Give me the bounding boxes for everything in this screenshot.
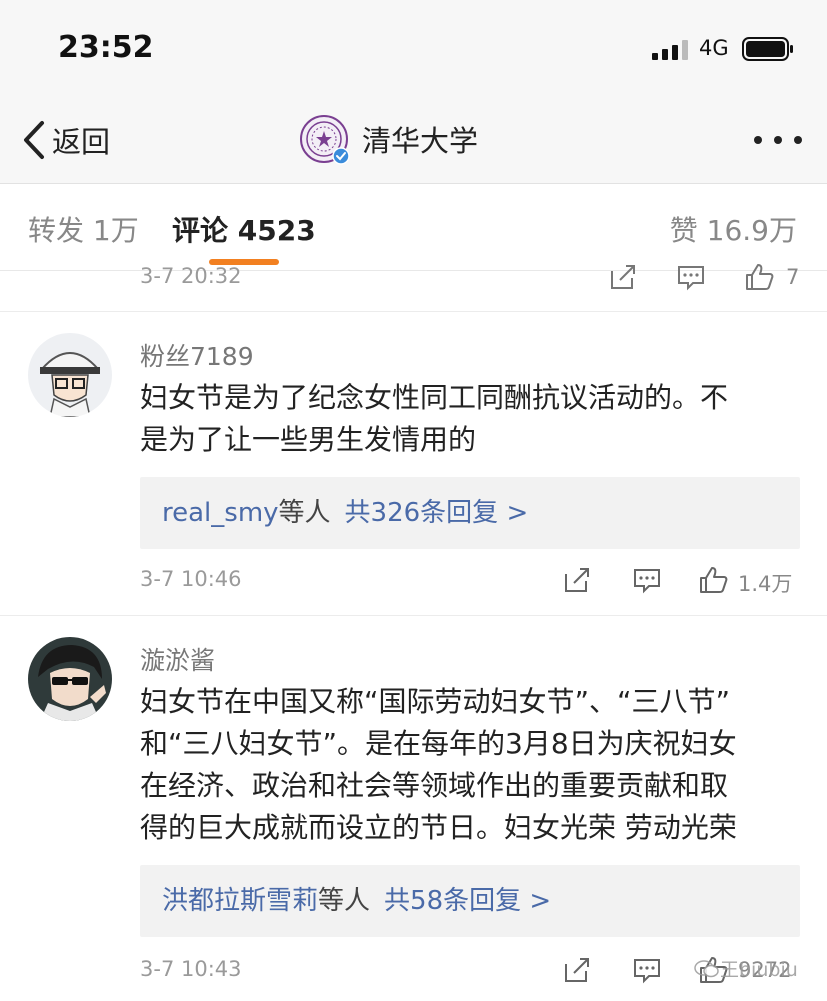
tab-forward[interactable]: 转发 1万: [28, 209, 139, 249]
comment-username[interactable]: 漩淤酱: [140, 641, 215, 677]
comment-username[interactable]: 粉丝7189: [140, 337, 254, 373]
comment-footer: 3-7 10:46 1.4万: [0, 561, 827, 601]
top-bar: 23:52 4G 返回 清华大学: [0, 0, 827, 184]
reply-users: real_smy: [162, 498, 279, 528]
status-time: 23:52: [58, 30, 154, 65]
like-icon[interactable]: [698, 565, 730, 597]
reply-count: 共326条回复 >: [344, 498, 529, 528]
share-icon[interactable]: [562, 955, 594, 987]
account-title[interactable]: 清华大学: [300, 114, 479, 165]
comment-line: 得的巨大成就而设立的节日。妇女光荣 劳动光荣: [140, 811, 737, 844]
reply-count: 共58条回复 >: [384, 886, 552, 916]
replies-summary[interactable]: real_smy等人 共326条回复 >: [140, 477, 800, 549]
chevron-left-icon: [24, 121, 44, 159]
battery-icon: [742, 37, 793, 61]
comment-item: 粉丝7189 妇女节是为了纪念女性同工同酬抗议活动的。不 是为了让一些男生发情用…: [0, 313, 827, 616]
reply-users: 洪都拉斯雪莉: [162, 886, 319, 916]
comment-line: 妇女节是为了纪念女性同工同酬抗议活动的。不: [140, 381, 729, 414]
signal-icon: [652, 40, 688, 60]
comment-line: 在经济、政治和社会等领域作出的重要贡献和取: [140, 769, 729, 802]
comment-icon[interactable]: [632, 955, 664, 987]
watermark: 王biubiu: [694, 955, 798, 982]
replies-summary[interactable]: 洪都拉斯雪莉等人 共58条回复 >: [140, 865, 800, 937]
comment-icon[interactable]: [676, 262, 708, 294]
reply-etc: 等人: [278, 498, 331, 528]
verified-badge-icon: [332, 147, 350, 165]
tab-bar: 转发 1万 评论 4523 赞 16.9万: [0, 185, 827, 271]
comment-text: 妇女节在中国又称“国际劳动妇女节”、“三八节” 和“三八妇女节”。是在每年的3月…: [140, 681, 802, 849]
more-dots-icon[interactable]: [752, 128, 804, 152]
tab-comments[interactable]: 评论 4523: [172, 209, 316, 249]
like-icon[interactable]: [744, 262, 776, 294]
page-title: 清华大学: [362, 124, 479, 158]
comment-text: 妇女节是为了纪念女性同工同酬抗议活动的。不 是为了让一些男生发情用的: [140, 377, 802, 461]
back-label: 返回: [52, 125, 111, 159]
comment-time: 3-7 10:43: [140, 957, 242, 981]
comment-line: 妇女节在中国又称“国际劳动妇女节”、“三八节”: [140, 685, 731, 718]
tab-likes[interactable]: 赞 16.9万: [670, 209, 797, 249]
kid-avatar-icon: [28, 333, 112, 417]
comment-item: 漩淤酱 妇女节在中国又称“国际劳动妇女节”、“三八节” 和“三八妇女节”。是在每…: [0, 617, 827, 1001]
previous-comment-footer: 3-7 20:32 7: [0, 262, 827, 312]
anime-boy-avatar-icon: [28, 637, 112, 721]
wechat-icon: [694, 959, 719, 977]
comment-time: 3-7 10:46: [140, 567, 242, 591]
like-count: 1.4万: [738, 572, 793, 596]
account-avatar: [300, 115, 350, 165]
network-type: 4G: [699, 36, 729, 60]
comment-line: 是为了让一些男生发情用的: [140, 423, 477, 456]
comment-line: 和“三八妇女节”。是在每年的3月8日为庆祝妇女: [140, 727, 737, 760]
back-button[interactable]: 返回: [20, 118, 110, 162]
avatar[interactable]: [28, 637, 112, 721]
comment-icon[interactable]: [632, 565, 664, 597]
like-count: 7: [786, 265, 800, 289]
share-icon[interactable]: [608, 262, 640, 294]
reply-etc: 等人: [318, 886, 371, 916]
avatar[interactable]: [28, 333, 112, 417]
watermark-text: 王biubiu: [720, 959, 798, 981]
share-icon[interactable]: [562, 565, 594, 597]
comment-time: 3-7 20:32: [140, 264, 242, 288]
